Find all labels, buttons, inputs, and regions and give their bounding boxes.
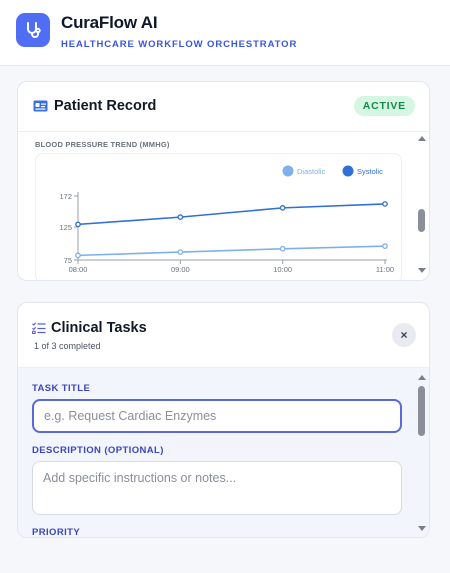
y-tick-label: 125: [59, 223, 72, 232]
tasks-progress-text: 1 of 3 completed: [34, 341, 101, 351]
systolic-data-point: [382, 201, 388, 207]
scroll-up-arrow[interactable]: [418, 375, 426, 380]
diastolic-series-line: [77, 245, 386, 257]
scroll-down-arrow[interactable]: [418, 268, 426, 273]
scroll-down-arrow[interactable]: [418, 526, 426, 531]
x-tick-label: 09:00: [171, 265, 190, 274]
clinical-tasks-card: Clinical Tasks 1 of 3 completed × TASK T…: [17, 302, 430, 538]
priority-label: PRIORITY: [32, 527, 81, 538]
diastolic-data-point: [279, 245, 286, 252]
app-header: CuraFlow AI HEALTHCARE WORKFLOW ORCHESTR…: [0, 0, 450, 66]
stethoscope-icon: [16, 13, 50, 47]
id-card-icon: [33, 100, 48, 112]
diastolic-data-point: [177, 249, 184, 255]
patient-record-header: Patient Record ACTIVE: [18, 82, 429, 132]
chart-area: BLOOD PRESSURE TREND (MMHG) 75 125 172 08:0…: [18, 133, 429, 280]
checklist-icon: [32, 322, 46, 334]
app-title: CuraFlow AI: [61, 13, 158, 32]
systolic-data-point: [75, 221, 81, 228]
systolic-legend-marker: [342, 165, 354, 177]
form-scrollbar[interactable]: [415, 368, 429, 537]
description-label: DESCRIPTION (OPTIONAL): [32, 445, 164, 456]
systolic-series-line: [77, 203, 386, 226]
x-tick-label: 11:00: [376, 265, 394, 274]
diastolic-legend-label: Diastolic: [297, 167, 326, 176]
y-tick-label: 75: [64, 256, 72, 265]
x-tick-label: 08:00: [69, 265, 88, 274]
add-task-form: TASK TITLE DESCRIPTION (OPTIONAL) PRIORI…: [18, 367, 429, 538]
systolic-data-point: [177, 214, 184, 220]
x-tick-label: 10:00: [273, 265, 292, 274]
scroll-thumb[interactable]: [418, 386, 425, 436]
chart-title: BLOOD PRESSURE TREND (MMHG): [35, 140, 170, 149]
patient-record-title: Patient Record: [54, 98, 157, 114]
description-field[interactable]: [32, 461, 402, 515]
task-title-label: TASK TITLE: [32, 383, 91, 394]
systolic-legend-label: Systolic: [357, 167, 383, 176]
y-tick-label: 172: [59, 192, 72, 201]
status-badge: ACTIVE: [353, 96, 415, 116]
task-title-input[interactable]: [32, 399, 402, 433]
diastolic-legend-marker: [282, 165, 294, 177]
blood-pressure-chart: 75 125 172 08:00 09:00 10:00 11:00 Diastolic Sys…: [59, 165, 394, 274]
diastolic-data-point: [75, 252, 81, 259]
chart-container: 75 125 172 08:00 09:00 10:00 11:00 Diastolic Sys…: [35, 153, 402, 280]
scroll-up-arrow[interactable]: [418, 136, 426, 141]
patient-record-card: Patient Record ACTIVE BLOOD PRESSURE TRE…: [17, 81, 430, 281]
scroll-thumb[interactable]: [418, 209, 425, 232]
clinical-tasks-title: Clinical Tasks: [51, 320, 147, 336]
systolic-data-point: [279, 205, 286, 211]
record-scrollbar[interactable]: [415, 133, 429, 280]
app-subtitle: HEALTHCARE WORKFLOW ORCHESTRATOR: [61, 39, 298, 50]
diastolic-data-point: [382, 243, 388, 249]
close-button[interactable]: ×: [392, 323, 416, 347]
